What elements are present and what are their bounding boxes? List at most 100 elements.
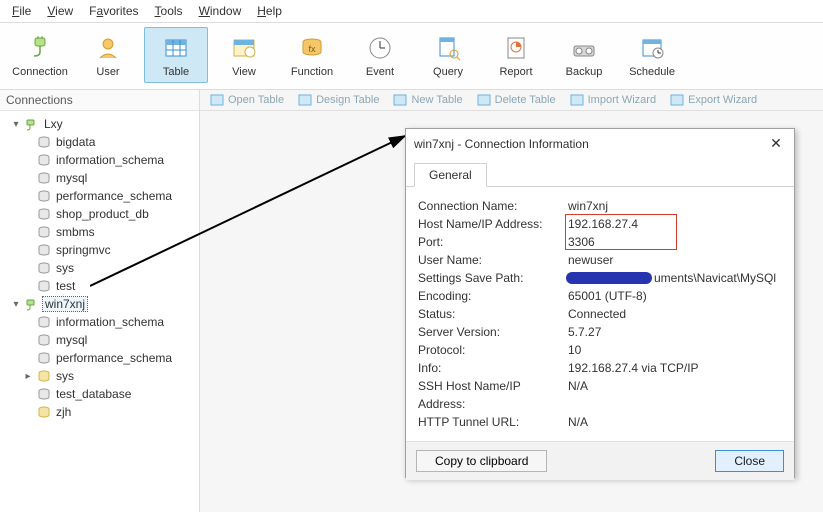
ribbon-label: Backup: [566, 66, 603, 78]
database-icon: [36, 224, 52, 240]
ribbon-query[interactable]: Query: [416, 27, 480, 83]
tree-label: mysql: [54, 333, 87, 347]
menu-window[interactable]: Window: [193, 2, 248, 20]
ribbon-label: Table: [163, 66, 189, 78]
path-text: uments\Navicat\MySQl: [654, 271, 776, 285]
menu-view[interactable]: View: [41, 2, 79, 20]
tree-db[interactable]: sys: [2, 259, 197, 277]
field-value: 192.168.27.4 via TCP/IP: [568, 359, 782, 377]
sub-label: New Table: [411, 94, 462, 106]
tree-connection-win7xnj[interactable]: ▾ win7xnj: [2, 295, 197, 313]
connection-info-dialog: win7xnj - Connection Information ✕ Gener…: [405, 128, 795, 478]
tree-db[interactable]: test_database: [2, 385, 197, 403]
tree-label: test_database: [54, 387, 131, 401]
database-icon: [36, 206, 52, 222]
spacer: [555, 450, 707, 472]
tree-db[interactable]: performance_schema: [2, 187, 197, 205]
field-value: N/A: [568, 413, 782, 431]
field-label: Protocol:: [418, 341, 568, 359]
copy-to-clipboard-button[interactable]: Copy to clipboard: [416, 450, 547, 472]
user-icon: [92, 32, 124, 64]
close-icon[interactable]: ✕: [766, 135, 786, 152]
tree-db[interactable]: shop_product_db: [2, 205, 197, 223]
tab-general[interactable]: General: [414, 163, 487, 187]
tree-label: Lxy: [42, 117, 63, 131]
close-button[interactable]: Close: [715, 450, 784, 472]
field-label: Info:: [418, 359, 568, 377]
tree-db[interactable]: smbms: [2, 223, 197, 241]
connections-tree[interactable]: ▾ Lxy bigdata information_schema mysql p…: [0, 111, 199, 512]
database-icon: [36, 368, 52, 384]
table-icon: [160, 32, 192, 64]
tree-db[interactable]: mysql: [2, 331, 197, 349]
schedule-icon: [636, 32, 668, 64]
dialog-body: Connection Name:win7xnj Host Name/IP Add…: [406, 187, 794, 441]
database-icon: [36, 332, 52, 348]
menu-tools[interactable]: Tools: [149, 2, 189, 20]
database-icon: [36, 170, 52, 186]
svg-text:fx: fx: [308, 44, 316, 54]
dialog-tabs: General: [406, 158, 794, 187]
field-label: Connection Name:: [418, 197, 568, 215]
delete-table-button[interactable]: Delete Table: [477, 93, 556, 107]
database-icon: [36, 152, 52, 168]
dialog-titlebar[interactable]: win7xnj - Connection Information ✕: [406, 129, 794, 158]
function-icon: fx: [296, 32, 328, 64]
tree-label: win7xnj: [42, 296, 88, 312]
tree-label: test: [54, 279, 75, 293]
menu-favorites[interactable]: Favorites: [83, 2, 144, 20]
database-icon: [36, 260, 52, 276]
field-label: HTTP Tunnel URL:: [418, 413, 568, 431]
ribbon-label: Schedule: [629, 66, 675, 78]
ribbon-label: View: [232, 66, 256, 78]
tree-db[interactable]: bigdata: [2, 133, 197, 151]
table-sub-toolbar: Open Table Design Table New Table Delete…: [200, 90, 823, 111]
chevron-right-icon[interactable]: ▸: [22, 371, 34, 382]
tree-db[interactable]: zjh: [2, 403, 197, 421]
dialog-footer: Copy to clipboard Close: [406, 441, 794, 480]
ribbon-function[interactable]: fx Function: [280, 27, 344, 83]
database-icon: [36, 386, 52, 402]
tree-connection-lxy[interactable]: ▾ Lxy: [2, 115, 197, 133]
ribbon-view[interactable]: View: [212, 27, 276, 83]
ribbon-connection[interactable]: Connection: [8, 27, 72, 83]
tree-db[interactable]: test: [2, 277, 197, 295]
field-value-host: 192.168.27.4: [568, 215, 782, 233]
new-table-button[interactable]: New Table: [393, 93, 462, 107]
ribbon-schedule[interactable]: Schedule: [620, 27, 684, 83]
plug-icon: [24, 32, 56, 64]
tree-label: bigdata: [54, 135, 95, 149]
chevron-down-icon[interactable]: ▾: [10, 299, 22, 310]
menu-bar: File View Favorites Tools Window Help: [0, 0, 823, 23]
ribbon-report[interactable]: Report: [484, 27, 548, 83]
connection-icon: [24, 296, 40, 312]
tree-db[interactable]: information_schema: [2, 151, 197, 169]
database-icon: [36, 350, 52, 366]
menu-help[interactable]: Help: [251, 2, 288, 20]
database-icon: [36, 314, 52, 330]
tree-db[interactable]: performance_schema: [2, 349, 197, 367]
sub-label: Design Table: [316, 94, 379, 106]
field-value: Connected: [568, 305, 782, 323]
menu-file[interactable]: File: [6, 2, 37, 20]
tree-db[interactable]: information_schema: [2, 313, 197, 331]
field-value: 3306: [568, 233, 782, 251]
open-table-button[interactable]: Open Table: [210, 93, 284, 107]
field-label: Encoding:: [418, 287, 568, 305]
chevron-down-icon[interactable]: ▾: [10, 119, 22, 130]
connections-panel: Connections ▾ Lxy bigdata information_sc…: [0, 90, 200, 512]
database-icon: [36, 134, 52, 150]
tree-db[interactable]: ▸sys: [2, 367, 197, 385]
tree-db[interactable]: springmvc: [2, 241, 197, 259]
import-wizard-button[interactable]: Import Wizard: [570, 93, 656, 107]
ribbon-user[interactable]: User: [76, 27, 140, 83]
export-wizard-button[interactable]: Export Wizard: [670, 93, 757, 107]
tree-db[interactable]: mysql: [2, 169, 197, 187]
field-value: win7xnj: [568, 197, 782, 215]
query-icon: [432, 32, 464, 64]
ribbon-table[interactable]: Table: [144, 27, 208, 83]
design-table-button[interactable]: Design Table: [298, 93, 379, 107]
tree-label: springmvc: [54, 243, 111, 257]
ribbon-backup[interactable]: Backup: [552, 27, 616, 83]
ribbon-event[interactable]: Event: [348, 27, 412, 83]
